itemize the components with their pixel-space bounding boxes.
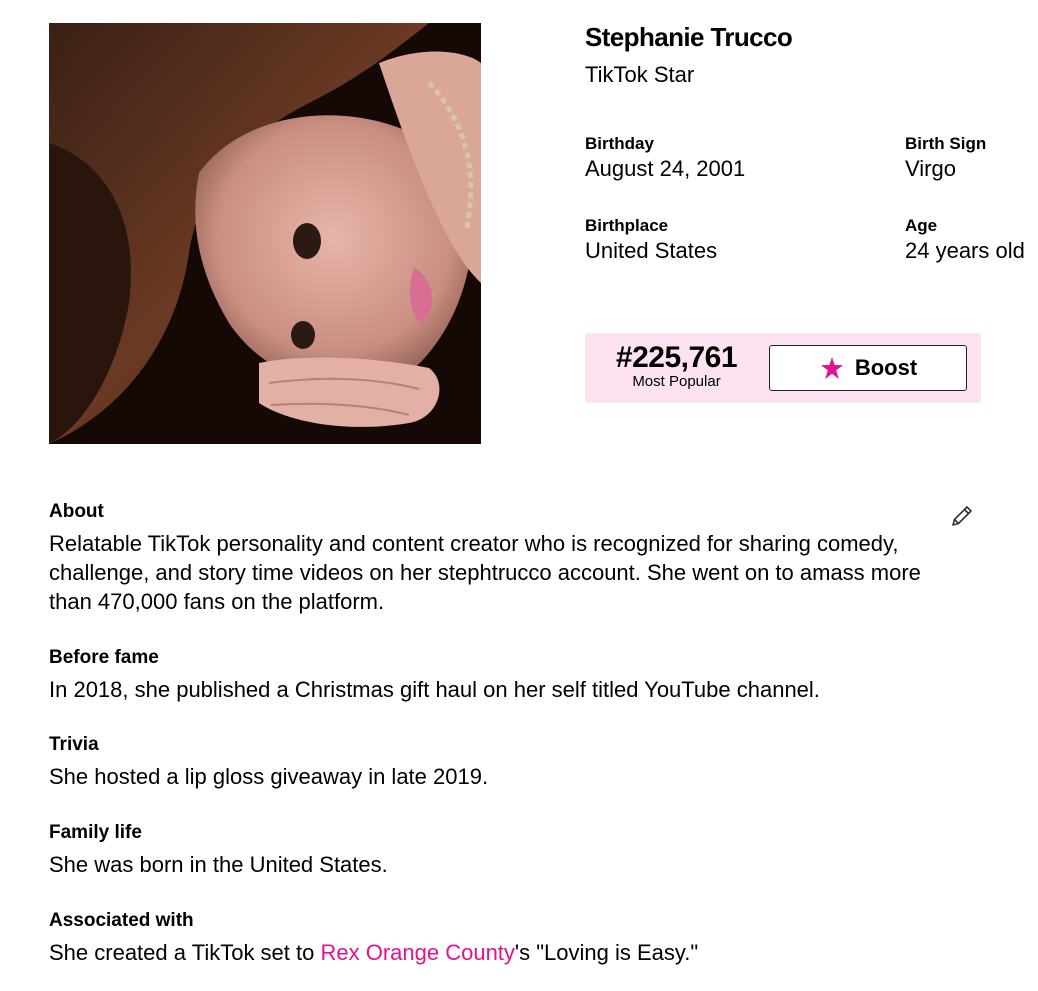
- birthday-label: Birthday: [585, 134, 654, 153]
- about-title: About: [49, 501, 104, 522]
- section-trivia: Trivia She hosted a lip gloss giveaway i…: [49, 734, 949, 791]
- profile-photo[interactable]: [49, 23, 481, 444]
- birthplace-value[interactable]: United States: [585, 238, 717, 264]
- associated-text-before: She created a TikTok set to: [49, 940, 321, 965]
- trivia-title: Trivia: [49, 734, 99, 755]
- profile-name: Stephanie Trucco: [585, 22, 793, 52]
- rank-number[interactable]: #225,761: [585, 342, 768, 374]
- pencil-icon: [952, 506, 972, 526]
- section-family-life: Family life She was born in the United S…: [49, 822, 949, 879]
- about-text: Relatable TikTok personality and content…: [49, 531, 921, 614]
- fact-birth-sign: Birth Sign Virgo: [905, 134, 986, 182]
- family-life-title: Family life: [49, 822, 142, 843]
- birthplace-label: Birthplace: [585, 216, 669, 235]
- trivia-text: She hosted a lip gloss giveaway in late …: [49, 764, 489, 789]
- star-icon: [820, 357, 843, 379]
- boost-label: Boost: [854, 355, 918, 380]
- before-fame-title: Before fame: [49, 647, 159, 668]
- edit-bio-button[interactable]: [949, 503, 975, 529]
- section-about: About Relatable TikTok personality and c…: [49, 501, 949, 616]
- before-fame-text: In 2018, she published a Christmas gift …: [49, 677, 820, 702]
- fact-birthday: Birthday August 24, 2001: [585, 134, 745, 182]
- family-life-text: She was born in the United States.: [49, 852, 388, 877]
- associated-link[interactable]: Rex Orange County: [320, 940, 514, 965]
- associated-text: She created a TikTok set to Rex Orange C…: [49, 938, 949, 967]
- age-value[interactable]: 24 years old: [905, 238, 1025, 264]
- popularity-rank-box: #225,761 Most Popular Boost: [585, 333, 981, 403]
- boost-button[interactable]: Boost: [769, 345, 967, 391]
- associated-text-after: 's "Loving is Easy.": [514, 940, 699, 965]
- fact-age: Age 24 years old: [905, 216, 1025, 264]
- section-before-fame: Before fame In 2018, she published a Chr…: [49, 647, 949, 704]
- birth-sign-value[interactable]: Virgo: [905, 156, 986, 182]
- rank-label: Most Popular: [632, 373, 721, 390]
- associated-title: Associated with: [49, 910, 194, 931]
- fact-birthplace: Birthplace United States: [585, 216, 717, 264]
- birth-sign-label: Birth Sign: [905, 134, 987, 153]
- birthday-value[interactable]: August 24, 2001: [585, 156, 745, 182]
- profile-page: Stephanie Trucco TikTok Star Birthday Au…: [0, 0, 1038, 991]
- profile-profession[interactable]: TikTok Star: [585, 62, 694, 88]
- age-label: Age: [905, 216, 938, 235]
- section-associated-with: Associated with She created a TikTok set…: [49, 910, 949, 967]
- portrait-image: [49, 23, 481, 444]
